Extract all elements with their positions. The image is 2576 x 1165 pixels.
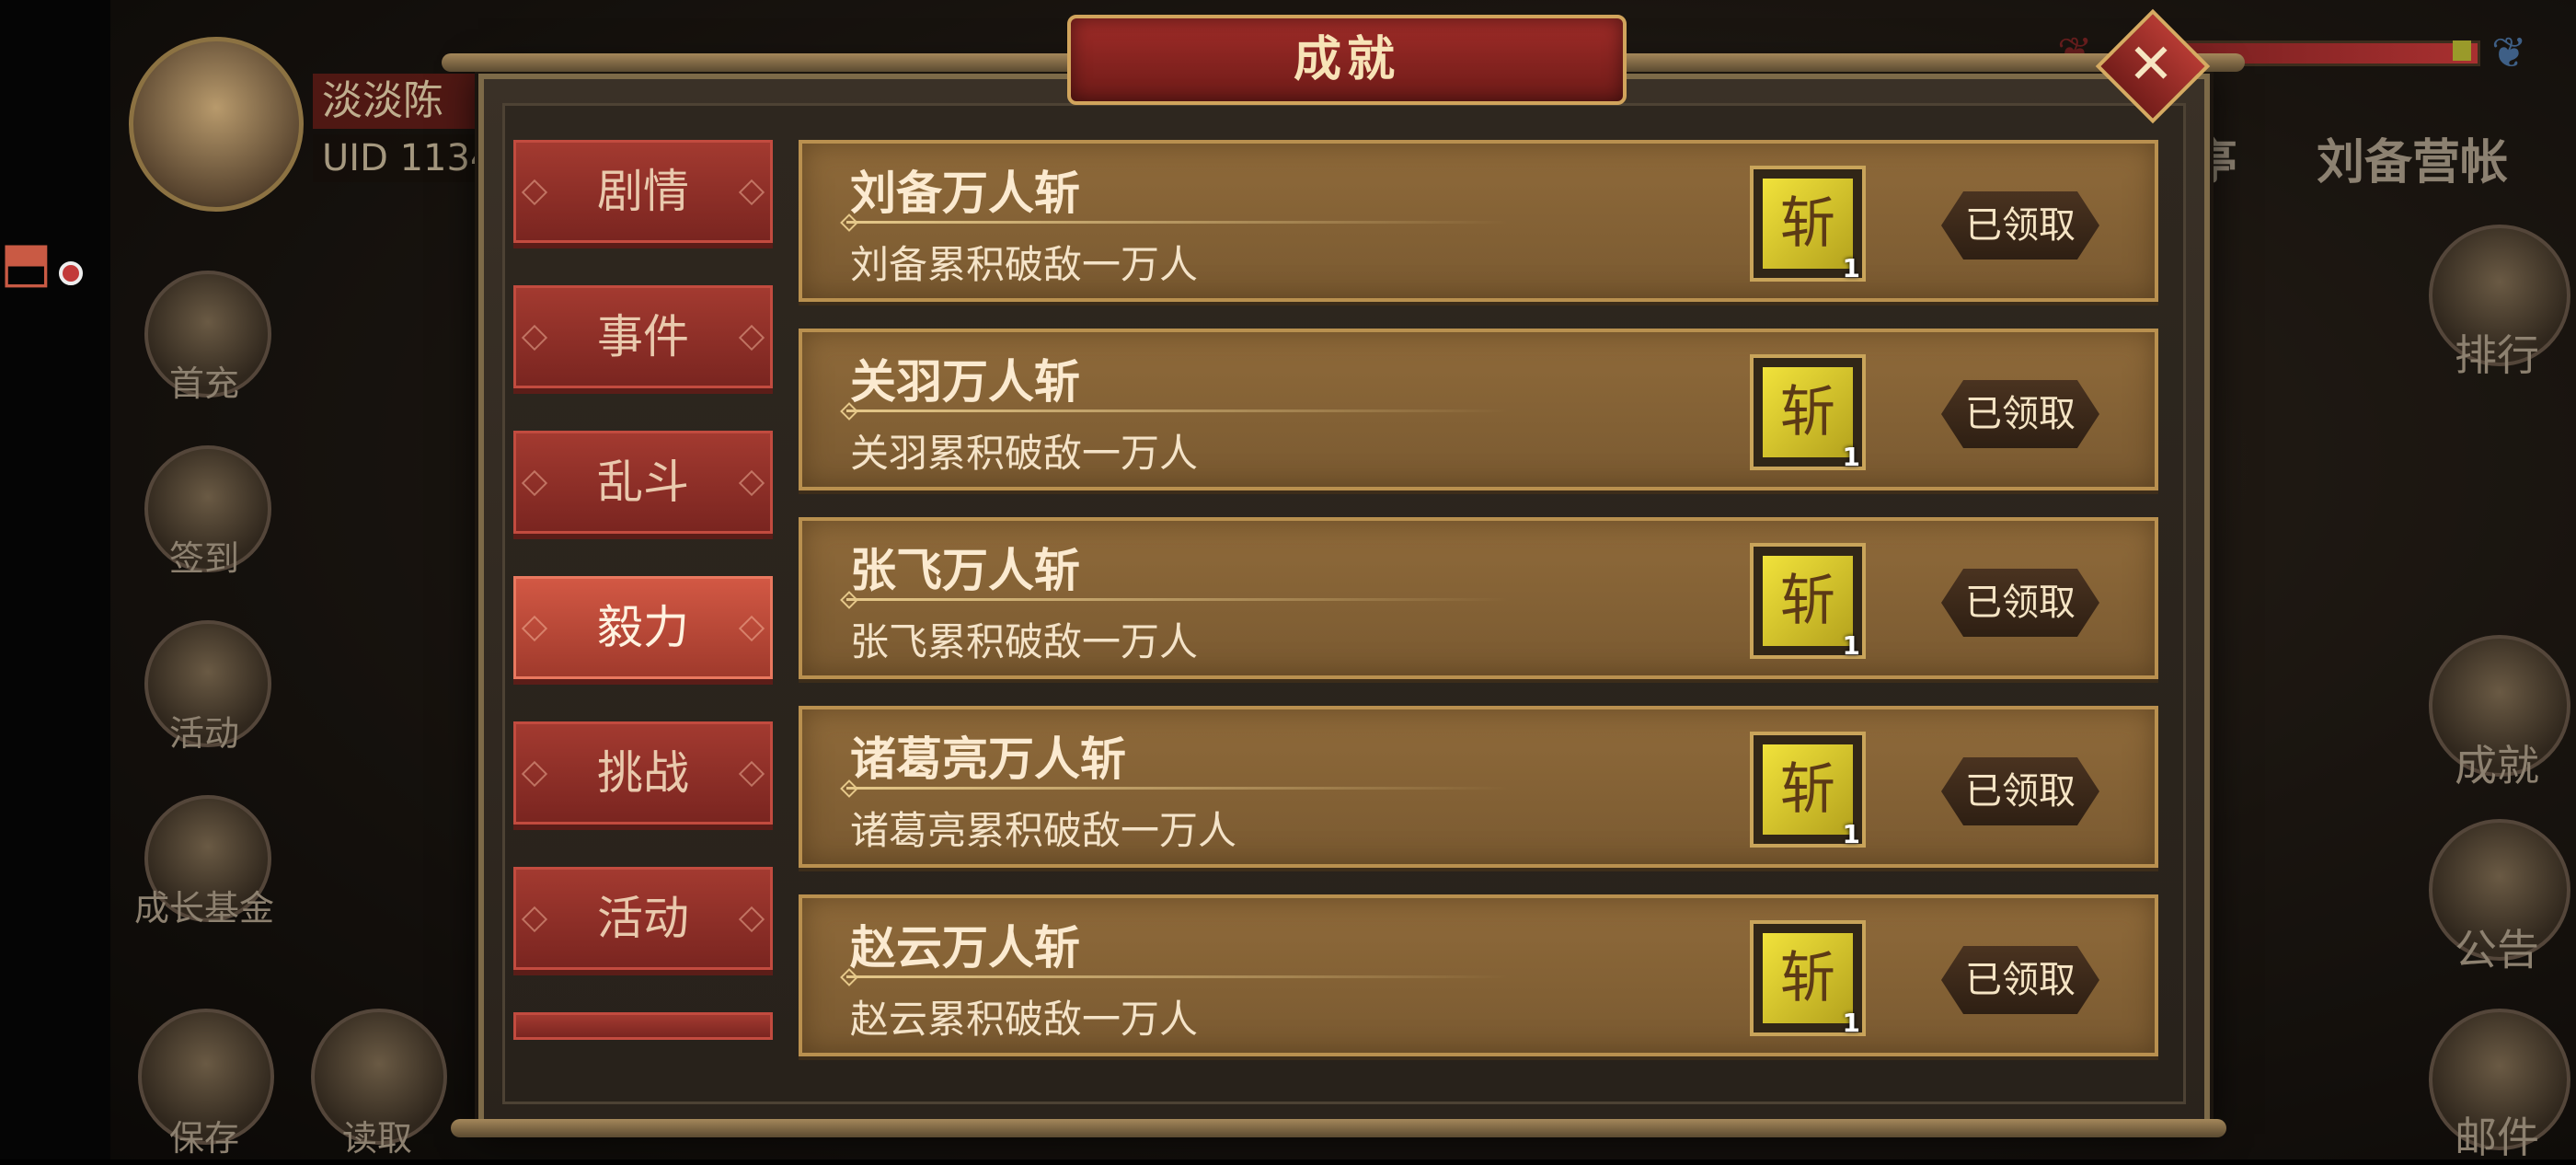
achievement-description: 张飞累积破敌一万人	[850, 619, 1199, 664]
hud-label: 公告	[2455, 925, 2539, 975]
achievement-name: 关羽万人斩	[850, 355, 1080, 409]
claimed-button-label: 已领取	[1965, 393, 2076, 435]
left-letterbox	[0, 0, 110, 1159]
achievement-description: 诸葛亮累积破敌一万人	[850, 808, 1237, 853]
claimed-button-label: 已领取	[1965, 582, 2076, 624]
reward-count: 1	[1842, 819, 1860, 849]
player-avatar[interactable]	[129, 37, 304, 212]
reward-count: 1	[1842, 442, 1860, 472]
divider	[846, 787, 1509, 790]
achievement-name: 赵云万人斩	[850, 921, 1080, 975]
achievement-description: 关羽累积破敌一万人	[850, 431, 1199, 476]
hud-label: 保存	[168, 1118, 239, 1159]
claimed-button-label: 已领取	[1965, 959, 2076, 1001]
tab-label: 乱斗	[597, 456, 689, 509]
claimed-button[interactable]: 已领取	[1941, 191, 2099, 260]
hud-label: 成长基金	[133, 888, 274, 929]
achievement-name: 刘备万人斩	[850, 167, 1080, 220]
close-icon: ✕	[2127, 32, 2175, 97]
hud-label: 首充	[168, 363, 239, 404]
tab-label: 事件	[597, 310, 689, 363]
side-logo-icon: ⬒	[0, 230, 52, 294]
record-dot-icon[interactable]	[59, 261, 83, 285]
modal-title: 成就	[1293, 32, 1400, 87]
reward-item-slot[interactable]: 斩 1	[1750, 354, 1866, 472]
divider	[846, 598, 1509, 601]
reward-item-slot[interactable]: 斩 1	[1750, 166, 1866, 283]
player-uid: UID 11348	[313, 134, 497, 182]
achievement-row: 诸葛亮万人斩 诸葛亮累积破敌一万人 斩 1 已领取	[799, 706, 2158, 868]
achievement-row: 刘备万人斩 刘备累积破敌一万人 斩 1 已领取	[799, 140, 2158, 302]
achievement-description: 刘备累积破敌一万人	[850, 242, 1199, 287]
reward-item-slot[interactable]: 斩 1	[1750, 920, 1866, 1038]
tab-events[interactable]: 事件	[513, 285, 773, 388]
achievement-name: 张飞万人斩	[850, 544, 1080, 597]
tab-perseverance[interactable]: 毅力	[513, 576, 773, 679]
hud-label: 活动	[168, 713, 239, 754]
tab-brawl[interactable]: 乱斗	[513, 431, 773, 534]
reward-count: 1	[1842, 253, 1860, 283]
hud-label: 邮件	[2455, 1113, 2539, 1162]
reward-count: 1	[1842, 1008, 1860, 1038]
close-button[interactable]: ✕	[2095, 8, 2211, 124]
hud-label: 排行	[2455, 330, 2539, 380]
achievement-description: 赵云累积破敌一万人	[850, 997, 1199, 1042]
modal-bottom-rail	[451, 1119, 2226, 1137]
claimed-button[interactable]: 已领取	[1941, 946, 2099, 1014]
divider	[846, 975, 1509, 978]
achievement-row: 张飞万人斩 张飞累积破敌一万人 斩 1 已领取	[799, 517, 2158, 679]
achievement-row: 赵云万人斩 赵云累积破敌一万人 斩 1 已领取	[799, 894, 2158, 1056]
tab-label: 毅力	[597, 601, 689, 654]
hud-label: 读取	[341, 1118, 412, 1159]
butterfly-icon: ❦	[2491, 28, 2527, 77]
tab-label: 活动	[597, 892, 689, 945]
progress-bar-end	[2453, 40, 2471, 61]
player-name: 淡淡陈	[313, 74, 497, 129]
claimed-button-label: 已领取	[1965, 770, 2076, 813]
tab-label: 挑战	[597, 746, 689, 800]
divider	[846, 221, 1509, 224]
reward-item-slot[interactable]: 斩 1	[1750, 732, 1866, 849]
hud-label: 签到	[168, 538, 239, 579]
claimed-button-label: 已领取	[1965, 204, 2076, 247]
divider	[846, 409, 1509, 412]
achievement-row: 关羽万人斩 关羽累积破敌一万人 斩 1 已领取	[799, 329, 2158, 490]
tab-partial-hidden[interactable]	[513, 1012, 773, 1040]
tab-story[interactable]: 剧情	[513, 140, 773, 243]
claimed-button[interactable]: 已领取	[1941, 569, 2099, 637]
tab-liubei-camp[interactable]: 刘备营帐	[2317, 123, 2508, 192]
tab-label: 剧情	[597, 165, 689, 218]
tab-activity[interactable]: 活动	[513, 867, 773, 970]
reward-item-slot[interactable]: 斩 1	[1750, 543, 1866, 661]
hud-label: 成就	[2455, 741, 2539, 790]
reward-count: 1	[1842, 630, 1860, 661]
tab-challenge[interactable]: 挑战	[513, 721, 773, 825]
modal-title-plate: 成就	[1067, 15, 1627, 105]
claimed-button[interactable]: 已领取	[1941, 380, 2099, 448]
achievement-name: 诸葛亮万人斩	[850, 732, 1126, 786]
claimed-button[interactable]: 已领取	[1941, 757, 2099, 825]
